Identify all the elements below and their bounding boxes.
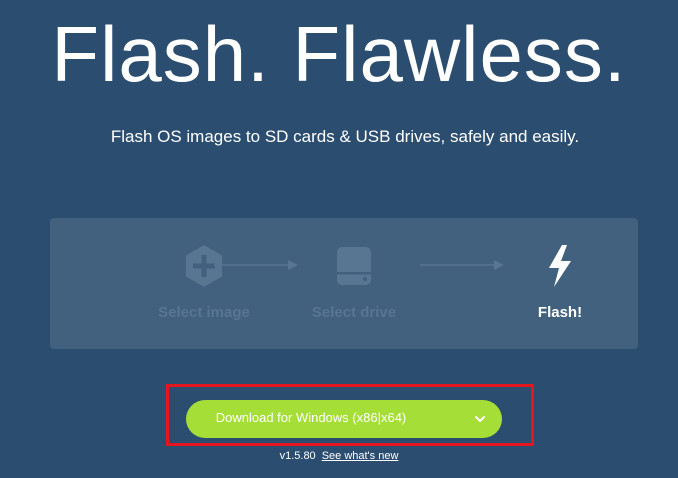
download-button-label: Download for Windows (x86|x64) bbox=[215, 410, 407, 425]
version-row: v1.5.80 See what's new bbox=[0, 449, 678, 463]
hero-subtitle: Flash OS images to SD cards & USB drives… bbox=[110, 127, 580, 146]
step-select-image: Select image bbox=[139, 218, 269, 349]
whats-new-link[interactable]: See what's new bbox=[322, 450, 399, 462]
steps-panel: Select image Select drive Flash! bbox=[50, 218, 638, 349]
step-label-flash: Flash! bbox=[537, 304, 583, 321]
lightning-bolt-icon bbox=[549, 245, 571, 287]
chevron-down-icon[interactable] bbox=[474, 413, 486, 425]
step-label-select-drive: Select drive bbox=[311, 304, 397, 321]
step-label-select-image: Select image bbox=[158, 304, 250, 321]
step-flash: Flash! bbox=[495, 218, 625, 349]
hero-title: Flash. Flawless. bbox=[51, 10, 627, 98]
step-select-drive: Select drive bbox=[289, 218, 419, 349]
arrow-right-icon bbox=[420, 260, 504, 270]
arrow-right-icon bbox=[214, 260, 298, 270]
drive-icon bbox=[337, 247, 371, 285]
version-number: v1.5.80 bbox=[279, 450, 316, 462]
download-button[interactable]: Download for Windows (x86|x64) bbox=[186, 400, 502, 438]
